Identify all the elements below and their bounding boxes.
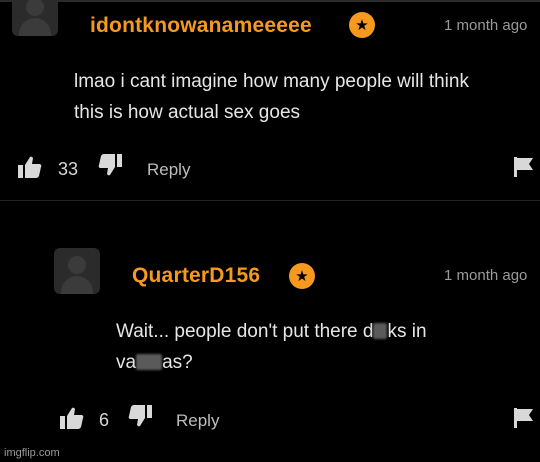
comment-text-line: Wait... people don't put there d ks in [116,321,427,342]
reply-comment: QuarterD156 ★ 1 month ago Wait... people… [0,238,540,462]
watermark: imgflip.com [4,447,60,459]
comment-actions: 33 Reply [0,153,540,183]
comment-text-line: va as? [116,352,193,373]
like-count: 33 [58,159,79,179]
comment-text: lmao i cant imagine how many people will… [74,66,469,128]
reply-button[interactable]: Reply [176,411,219,431]
comment: idontknowanameeeee ★ 1 month ago lmao i … [0,0,540,200]
comment-thread: idontknowanameeeee ★ 1 month ago lmao i … [0,0,540,462]
comment-text-line: this is how actual sex goes [74,102,301,123]
timestamp: 1 month ago [444,267,528,284]
thumbs-up-icon[interactable] [60,407,84,429]
thumbs-up-icon[interactable] [18,156,42,178]
username[interactable]: idontknowanameeeee [90,14,312,38]
flag-icon[interactable] [513,156,535,178]
username[interactable]: QuarterD156 [132,264,260,288]
comment-text-line: lmao i cant imagine how many people will… [74,71,469,92]
flag-icon[interactable] [513,407,535,429]
reply-button[interactable]: Reply [147,160,190,180]
star-icon: ★ [289,263,315,289]
star-icon: ★ [349,12,375,38]
avatar[interactable] [12,0,58,36]
censor-blur [136,354,163,370]
divider [0,200,540,201]
thumbs-down-icon[interactable] [98,154,122,176]
timestamp: 1 month ago [444,17,528,34]
comment-actions: 6 Reply [0,404,540,434]
thumbs-down-icon[interactable] [128,405,152,427]
like-count: 6 [99,410,110,430]
avatar[interactable] [54,248,100,294]
censor-blur [373,323,388,339]
comment-text: Wait... people don't put there d ks in va… [116,316,427,378]
